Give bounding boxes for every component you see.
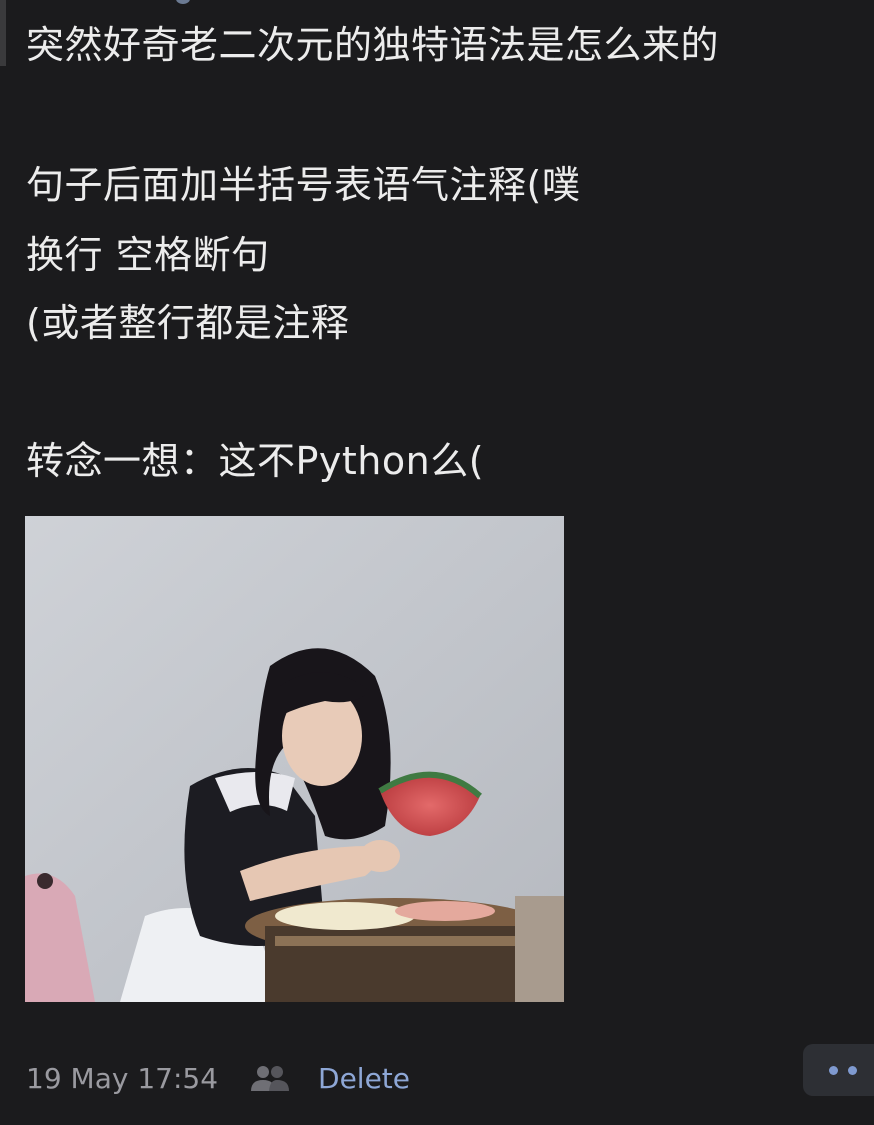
- more-options-button[interactable]: [803, 1044, 874, 1096]
- more-dots-icon: [848, 1065, 857, 1075]
- post-line: (或者整行都是注释: [26, 301, 350, 345]
- post-line: 句子后面加半括号表语气注释(噗: [26, 163, 581, 207]
- photo-illustration: [25, 516, 564, 1002]
- previous-content-edge: [176, 0, 190, 4]
- post-body: 突然好奇老二次元的独特语法是怎么来的 句子后面加半括号表语气注释(噗 换行 空格…: [26, 22, 866, 484]
- post-timestamp: 19 May 17:54: [26, 1061, 219, 1095]
- post-line: 换行 空格断句: [26, 233, 270, 277]
- people-icon: [248, 1063, 292, 1093]
- post-image[interactable]: [25, 516, 564, 1002]
- left-edge-marker: [0, 0, 6, 66]
- post-line: 突然好奇老二次元的独特语法是怎么来的: [26, 23, 720, 67]
- post-line: 转念一想：这不Python么(: [26, 439, 485, 483]
- post-footer: 19 May 17:54 Delete: [26, 1058, 410, 1098]
- more-dots-icon: [829, 1065, 838, 1075]
- delete-button[interactable]: Delete: [318, 1062, 410, 1095]
